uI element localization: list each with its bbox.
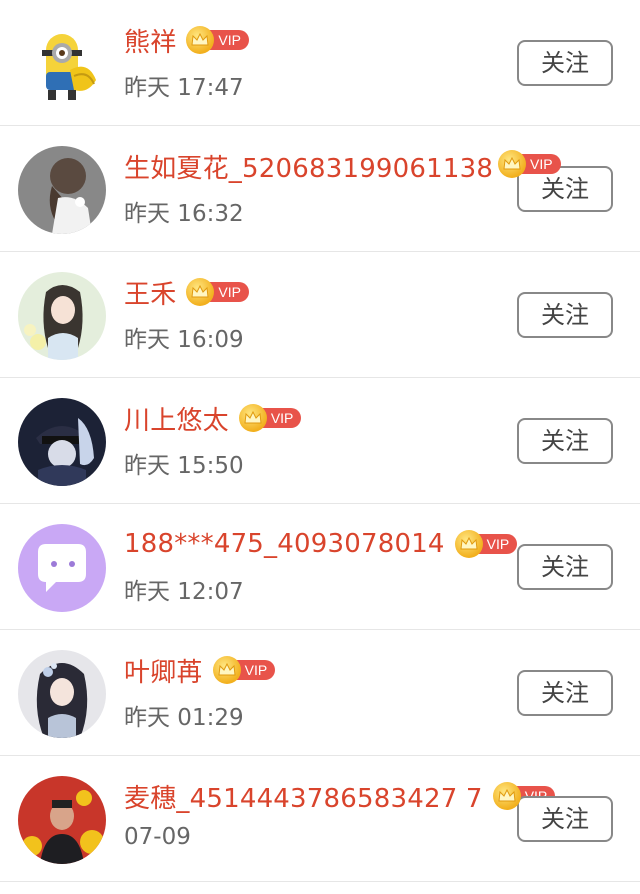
girl-back-avatar-icon (18, 146, 106, 234)
vip-badge: VIP (238, 404, 302, 432)
user-list: 熊祥 VIP 昨天 17:47 关注 生如夏花_520683199061138 (0, 0, 640, 882)
name-line: 王禾 VIP (124, 272, 249, 312)
vip-badge: VIP (186, 26, 249, 54)
photo-avatar-icon (18, 776, 106, 864)
user-name[interactable]: 叶卿苒 (124, 652, 203, 689)
name-line: 川上悠太 VIP (124, 398, 302, 438)
avatar[interactable] (18, 20, 106, 108)
name-line: 熊祥 VIP (124, 20, 249, 60)
user-name[interactable]: 188***475_4093078014 (124, 529, 445, 559)
name-line: 生如夏花_520683199061138 (124, 146, 493, 186)
crown-icon (238, 404, 267, 432)
list-item[interactable]: 王禾 VIP 昨天 16:09 关注 (0, 252, 640, 378)
timestamp: 昨天 12:07 (124, 579, 244, 605)
timestamp: 昨天 15:50 (124, 453, 244, 479)
default-chat-avatar-icon (18, 524, 106, 612)
follow-button[interactable]: 关注 (517, 544, 613, 590)
list-item[interactable]: 叶卿苒 VIP 昨天 01:29 关注 (0, 630, 640, 756)
name-line: 叶卿苒 VIP (124, 650, 276, 690)
timestamp: 昨天 16:09 (124, 327, 244, 353)
timestamp: 昨天 16:32 (124, 201, 244, 227)
avatar[interactable] (18, 776, 106, 864)
list-item[interactable]: 麦穗_4514443786583427 7 VIP 07-09 关注 (0, 756, 640, 882)
follow-button[interactable]: 关注 (517, 292, 613, 338)
name-line: 188***475_4093078014 VIP (124, 524, 518, 564)
anime-girl-avatar-icon (18, 272, 106, 360)
vip-badge: VIP (498, 150, 561, 178)
anime-lady-avatar-icon (18, 650, 106, 738)
crown-icon (454, 530, 483, 558)
timestamp: 07-09 (124, 824, 191, 850)
vip-badge: VIP (186, 278, 249, 306)
user-name[interactable]: 王禾 (124, 274, 176, 311)
user-name[interactable]: 生如夏花_520683199061138 (124, 148, 493, 185)
follow-button[interactable]: 关注 (517, 418, 613, 464)
timestamp: 昨天 17:47 (124, 75, 244, 101)
avatar[interactable] (18, 650, 106, 738)
user-name[interactable]: 川上悠太 (124, 400, 229, 437)
crown-icon (492, 782, 521, 810)
timestamp: 昨天 01:29 (124, 705, 244, 731)
avatar[interactable] (18, 524, 106, 612)
avatar[interactable] (18, 146, 106, 234)
name-line: 麦穗_4514443786583427 7 VIP (124, 776, 556, 816)
follow-button[interactable]: 关注 (517, 40, 613, 86)
user-name[interactable]: 麦穗_4514443786583427 7 (124, 778, 483, 815)
list-item[interactable]: 188***475_4093078014 VIP 昨天 12:07 关注 (0, 504, 640, 630)
vip-badge: VIP (454, 530, 518, 558)
follow-button[interactable]: 关注 (517, 796, 613, 842)
minion-avatar-icon (18, 20, 106, 108)
avatar[interactable] (18, 398, 106, 486)
list-item[interactable]: 川上悠太 VIP 昨天 15:50 关注 (0, 378, 640, 504)
avatar[interactable] (18, 272, 106, 360)
vip-badge: VIP (212, 656, 276, 684)
list-item[interactable]: 生如夏花_520683199061138 昨天 16:32 关注 VIP (0, 126, 640, 252)
crown-icon (498, 150, 526, 178)
list-item[interactable]: 熊祥 VIP 昨天 17:47 关注 (0, 0, 640, 126)
crown-icon (212, 656, 241, 684)
follow-button[interactable]: 关注 (517, 670, 613, 716)
anime-boy-avatar-icon (18, 398, 106, 486)
user-name[interactable]: 熊祥 (124, 22, 176, 59)
